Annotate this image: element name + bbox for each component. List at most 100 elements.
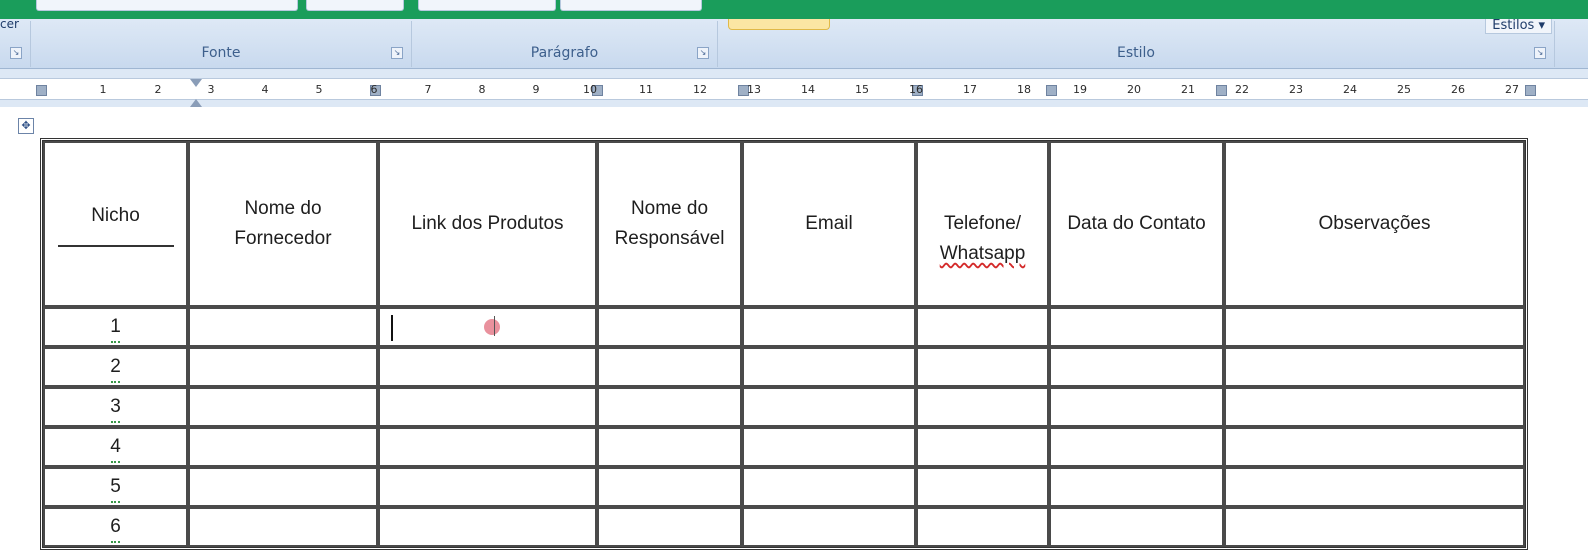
table-cell[interactable] xyxy=(742,427,916,467)
first-line-indent-marker[interactable] xyxy=(190,79,202,87)
table-cell[interactable] xyxy=(1224,467,1525,507)
paragraph-buttons-2[interactable] xyxy=(560,0,702,11)
row-number-cell[interactable]: 5 xyxy=(43,467,188,507)
table-cell[interactable] xyxy=(916,307,1049,347)
ruler-number: 6 xyxy=(370,83,378,96)
row-number-cell[interactable]: 4 xyxy=(43,427,188,467)
table-cell[interactable] xyxy=(597,507,742,547)
table-cell[interactable] xyxy=(916,347,1049,387)
ruler-number: 21 xyxy=(1181,83,1195,96)
table-cell[interactable] xyxy=(597,347,742,387)
table-move-handle-icon[interactable]: ✥ xyxy=(18,118,34,134)
ruler-band: 1 2 3 4 5 6 7 8 9 10 11 12 13 14 15 16 1… xyxy=(0,78,1588,107)
row-number: 1 xyxy=(110,316,121,343)
column-marker[interactable] xyxy=(1525,85,1536,96)
ruler-number: 8 xyxy=(478,83,486,96)
header-telefone-whatsapp[interactable]: Telefone/ Whatsapp xyxy=(916,141,1049,307)
ruler-number: 27 xyxy=(1505,83,1519,96)
paragraph-buttons[interactable] xyxy=(418,0,556,11)
ruler-number: 16 xyxy=(909,83,923,96)
horizontal-ruler[interactable]: 1 2 3 4 5 6 7 8 9 10 11 12 13 14 15 16 1… xyxy=(0,69,1588,107)
table-cell[interactable] xyxy=(1049,507,1224,547)
ruler-number: 3 xyxy=(207,83,215,96)
table-cell[interactable] xyxy=(742,467,916,507)
row-number-cell[interactable]: 3 xyxy=(43,387,188,427)
table-cell[interactable] xyxy=(1224,347,1525,387)
group-clipboard: ↘ xyxy=(0,21,31,67)
spellcheck-word: Whatsapp xyxy=(939,243,1026,264)
header-label: Nicho xyxy=(91,205,140,226)
table-row: 3 xyxy=(43,387,1525,427)
table-cell[interactable] xyxy=(378,507,597,547)
table-cell[interactable] xyxy=(378,347,597,387)
ruler-number: 14 xyxy=(801,83,815,96)
table-cell[interactable] xyxy=(1224,427,1525,467)
table-cell[interactable] xyxy=(742,507,916,547)
hanging-indent-marker[interactable] xyxy=(190,99,202,107)
table-cell[interactable] xyxy=(916,507,1049,547)
header-observacoes[interactable]: Observações xyxy=(1224,141,1525,307)
table-cell[interactable] xyxy=(378,467,597,507)
table-cell[interactable] xyxy=(1224,307,1525,347)
table-cell[interactable] xyxy=(597,467,742,507)
column-marker[interactable] xyxy=(36,85,47,96)
header-email[interactable]: Email xyxy=(742,141,916,307)
table-cell[interactable] xyxy=(916,427,1049,467)
dialog-launcher-icon[interactable]: ↘ xyxy=(391,47,403,59)
header-underline xyxy=(57,245,174,247)
table-cell[interactable] xyxy=(1049,347,1224,387)
table-cell-active[interactable] xyxy=(378,307,597,347)
document-table-wrapper: Nicho Nome do Fornecedor Link dos Produt… xyxy=(40,138,1528,550)
table-cell[interactable] xyxy=(188,467,378,507)
header-nome-responsavel[interactable]: Nome do Responsável xyxy=(597,141,742,307)
font-color-buttons[interactable] xyxy=(306,0,404,11)
column-marker[interactable] xyxy=(1216,85,1227,96)
row-number: 5 xyxy=(110,476,121,503)
ruler-number: 24 xyxy=(1343,83,1357,96)
row-number-cell[interactable]: 1 xyxy=(43,307,188,347)
table-cell[interactable] xyxy=(597,427,742,467)
table-cell[interactable] xyxy=(1224,387,1525,427)
table-cell[interactable] xyxy=(742,307,916,347)
ruler-number: 5 xyxy=(315,83,323,96)
table-cell[interactable] xyxy=(188,507,378,547)
table-cell[interactable] xyxy=(188,387,378,427)
header-label: Telefone/ Whatsapp xyxy=(939,213,1026,264)
group-label-styles: Estilo xyxy=(1117,45,1155,61)
supplier-table: Nicho Nome do Fornecedor Link dos Produt… xyxy=(40,138,1528,550)
table-cell[interactable] xyxy=(188,307,378,347)
mouse-highlight-icon xyxy=(484,319,500,335)
dialog-launcher-icon[interactable]: ↘ xyxy=(10,47,22,59)
row-number-cell[interactable]: 2 xyxy=(43,347,188,387)
header-data-contato[interactable]: Data do Contato xyxy=(1049,141,1224,307)
table-cell[interactable] xyxy=(1049,467,1224,507)
table-cell[interactable] xyxy=(742,347,916,387)
ruler-number: 15 xyxy=(855,83,869,96)
table-cell[interactable] xyxy=(916,467,1049,507)
group-label-paragraph: Parágrafo xyxy=(530,45,599,61)
row-number-cell[interactable]: 6 xyxy=(43,507,188,547)
text-caret xyxy=(391,315,393,341)
header-nicho[interactable]: Nicho xyxy=(43,141,188,307)
dialog-launcher-icon[interactable]: ↘ xyxy=(697,47,709,59)
table-cell[interactable] xyxy=(742,387,916,427)
table-cell[interactable] xyxy=(916,387,1049,427)
font-name-box[interactable] xyxy=(36,0,298,11)
row-number: 3 xyxy=(110,396,121,423)
table-cell[interactable] xyxy=(378,427,597,467)
table-cell[interactable] xyxy=(1049,427,1224,467)
dialog-launcher-icon[interactable]: ↘ xyxy=(1534,47,1546,59)
table-cell[interactable] xyxy=(597,307,742,347)
column-marker[interactable] xyxy=(1046,85,1057,96)
header-nome-fornecedor[interactable]: Nome do Fornecedor xyxy=(188,141,378,307)
header-link-produtos[interactable]: Link dos Produtos xyxy=(378,141,597,307)
table-cell[interactable] xyxy=(1224,507,1525,547)
table-cell[interactable] xyxy=(597,387,742,427)
table-cell[interactable] xyxy=(1049,307,1224,347)
table-cell[interactable] xyxy=(1049,387,1224,427)
ruler-number: 26 xyxy=(1451,83,1465,96)
table-cell[interactable] xyxy=(378,387,597,427)
row-number: 4 xyxy=(110,436,121,463)
table-cell[interactable] xyxy=(188,427,378,467)
table-cell[interactable] xyxy=(188,347,378,387)
